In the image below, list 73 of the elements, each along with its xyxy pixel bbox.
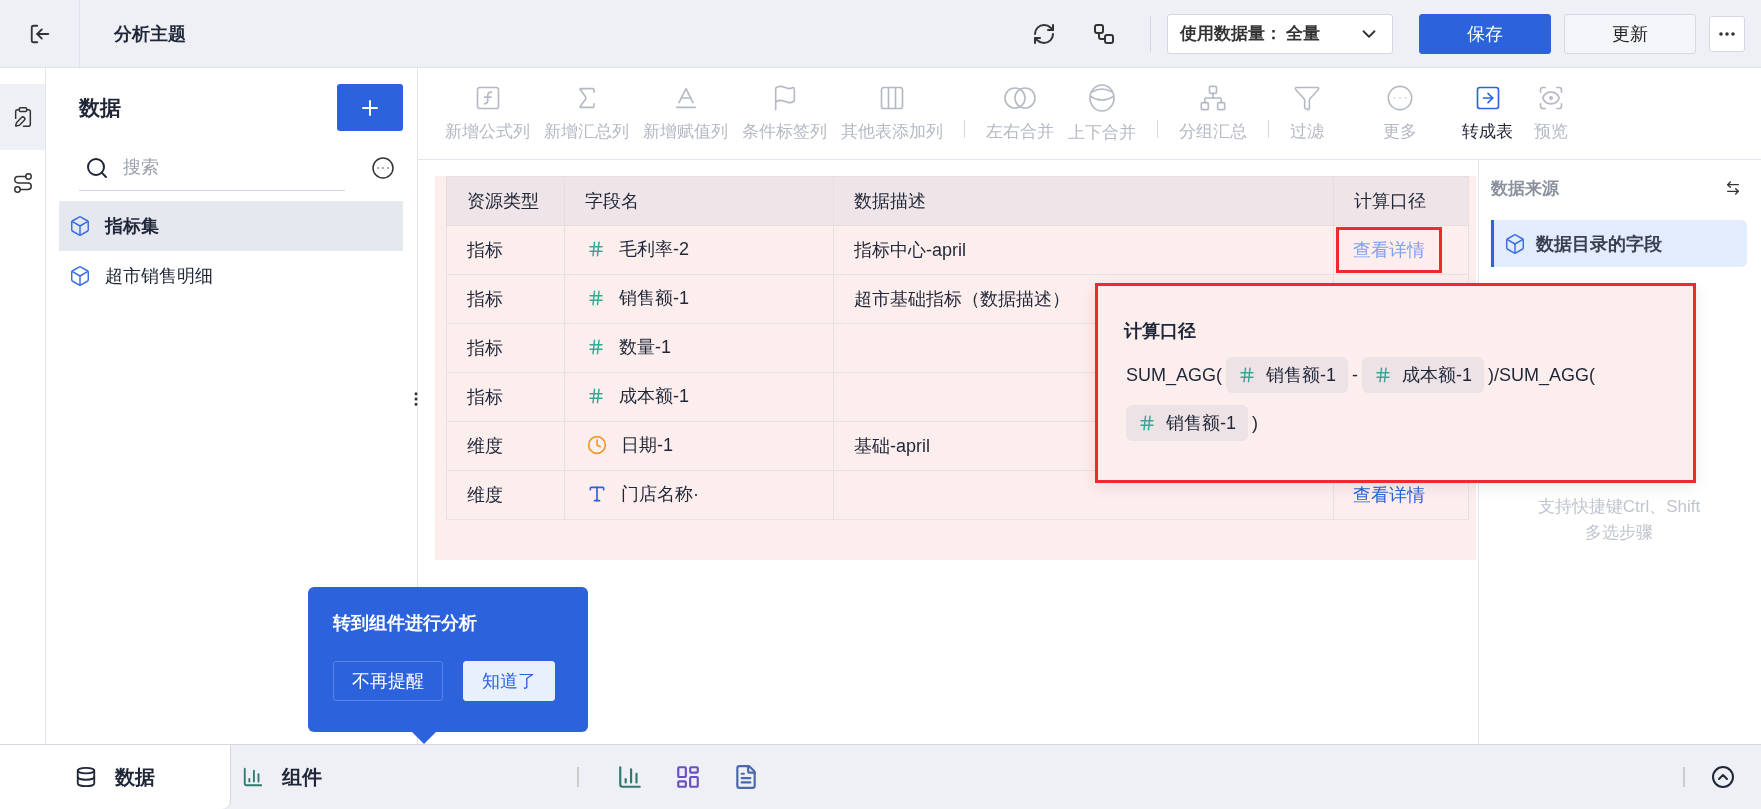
route-icon [11,172,34,194]
more-icon [371,156,395,180]
filter-icon [1293,84,1321,112]
circles-icon [1003,84,1037,112]
data-tab[interactable] [0,84,45,150]
dismiss-button[interactable]: 不再提醒 [333,661,443,701]
column-header: 计算口径 [1333,176,1469,226]
hash-icon [587,387,605,405]
got-it-button[interactable]: 知道了 [463,661,555,701]
database-icon [75,766,97,788]
table-cell: 指标 [446,274,565,324]
bar-chart-icon [617,764,643,790]
field-name: 数量-1 [619,336,671,359]
search-icon [85,155,109,180]
dataset-item[interactable]: 超市销售明细 [59,251,403,301]
dashboard-icon [675,764,701,790]
hash-icon [587,289,605,307]
field-name: 日期-1 [621,433,673,457]
eye-icon [1537,84,1565,112]
panel-title: 数据来源 [1491,177,1559,200]
field-name: 毛利率-2 [619,238,689,261]
table-cell: 指标 [446,323,565,373]
formula-text: )/SUM_AGG( [1487,364,1597,386]
bottom-tab[interactable]: 组件 [230,745,332,809]
chevron-up-icon [1711,765,1735,789]
panel-title: 数据 [79,94,121,121]
field-chip: 销售额-1 [1126,405,1248,441]
hash-icon [587,240,605,258]
page-title: 分析主题 [114,22,187,46]
add-button[interactable] [337,84,403,131]
field-name: 门店名称· [621,482,699,506]
document-icon [733,764,759,790]
guide-title: 转到组件进行分析 [333,612,478,635]
cube-icon [69,215,91,237]
ellipses-icon [1088,83,1116,113]
table-cell: 维度 [446,470,565,520]
table-cell: 指标 [446,225,565,275]
formula-text: SUM_AGG( [1125,364,1223,386]
hierarchy-icon [1199,84,1227,112]
hash-icon [1138,414,1156,432]
column-header: 字段名 [564,176,834,226]
workflow-icon [1092,21,1116,46]
formula-text: - [1351,364,1360,386]
columns-icon [878,84,906,112]
table-cell: 维度 [446,421,565,471]
clock-icon [587,434,607,455]
hash-icon [1238,366,1256,384]
column-header: 数据描述 [833,176,1334,226]
column-header: 资源类型 [446,176,565,226]
field-chip: 成本额-1 [1362,357,1485,393]
update-button[interactable]: 更新 [1564,13,1696,54]
dataset-item[interactable]: 指标集 [59,201,403,251]
table-cell: 指标 [446,372,565,422]
search-field[interactable]: 搜索 [121,156,321,179]
refresh-icon [1032,21,1056,46]
toolbar-button[interactable]: 转成表 [1460,84,1515,143]
cube-icon [69,265,91,287]
ellipsis-icon [1719,31,1735,36]
bar-chart-icon [242,766,264,788]
hint-text: 支持快捷键Ctrl、Shift 多选步骤 [1536,496,1702,544]
hash-icon [587,338,605,356]
more-icon [1386,84,1414,112]
table-cell: 指标中心-april [833,225,1334,275]
field-chip: 销售额-1 [1226,357,1349,393]
hash-icon [1374,366,1393,384]
exit-icon [28,22,51,45]
field-name: 销售额-1 [619,287,689,310]
save-button[interactable]: 保存 [1419,13,1551,54]
cube-icon [1504,232,1526,255]
field-name: 成本额-1 [619,385,689,408]
step-item[interactable]: 数据目录的字段 [1491,220,1747,267]
data-usage-select[interactable]: 使用数据量： 全量 [1167,13,1393,54]
bottom-tab[interactable]: 数据 [0,745,230,809]
